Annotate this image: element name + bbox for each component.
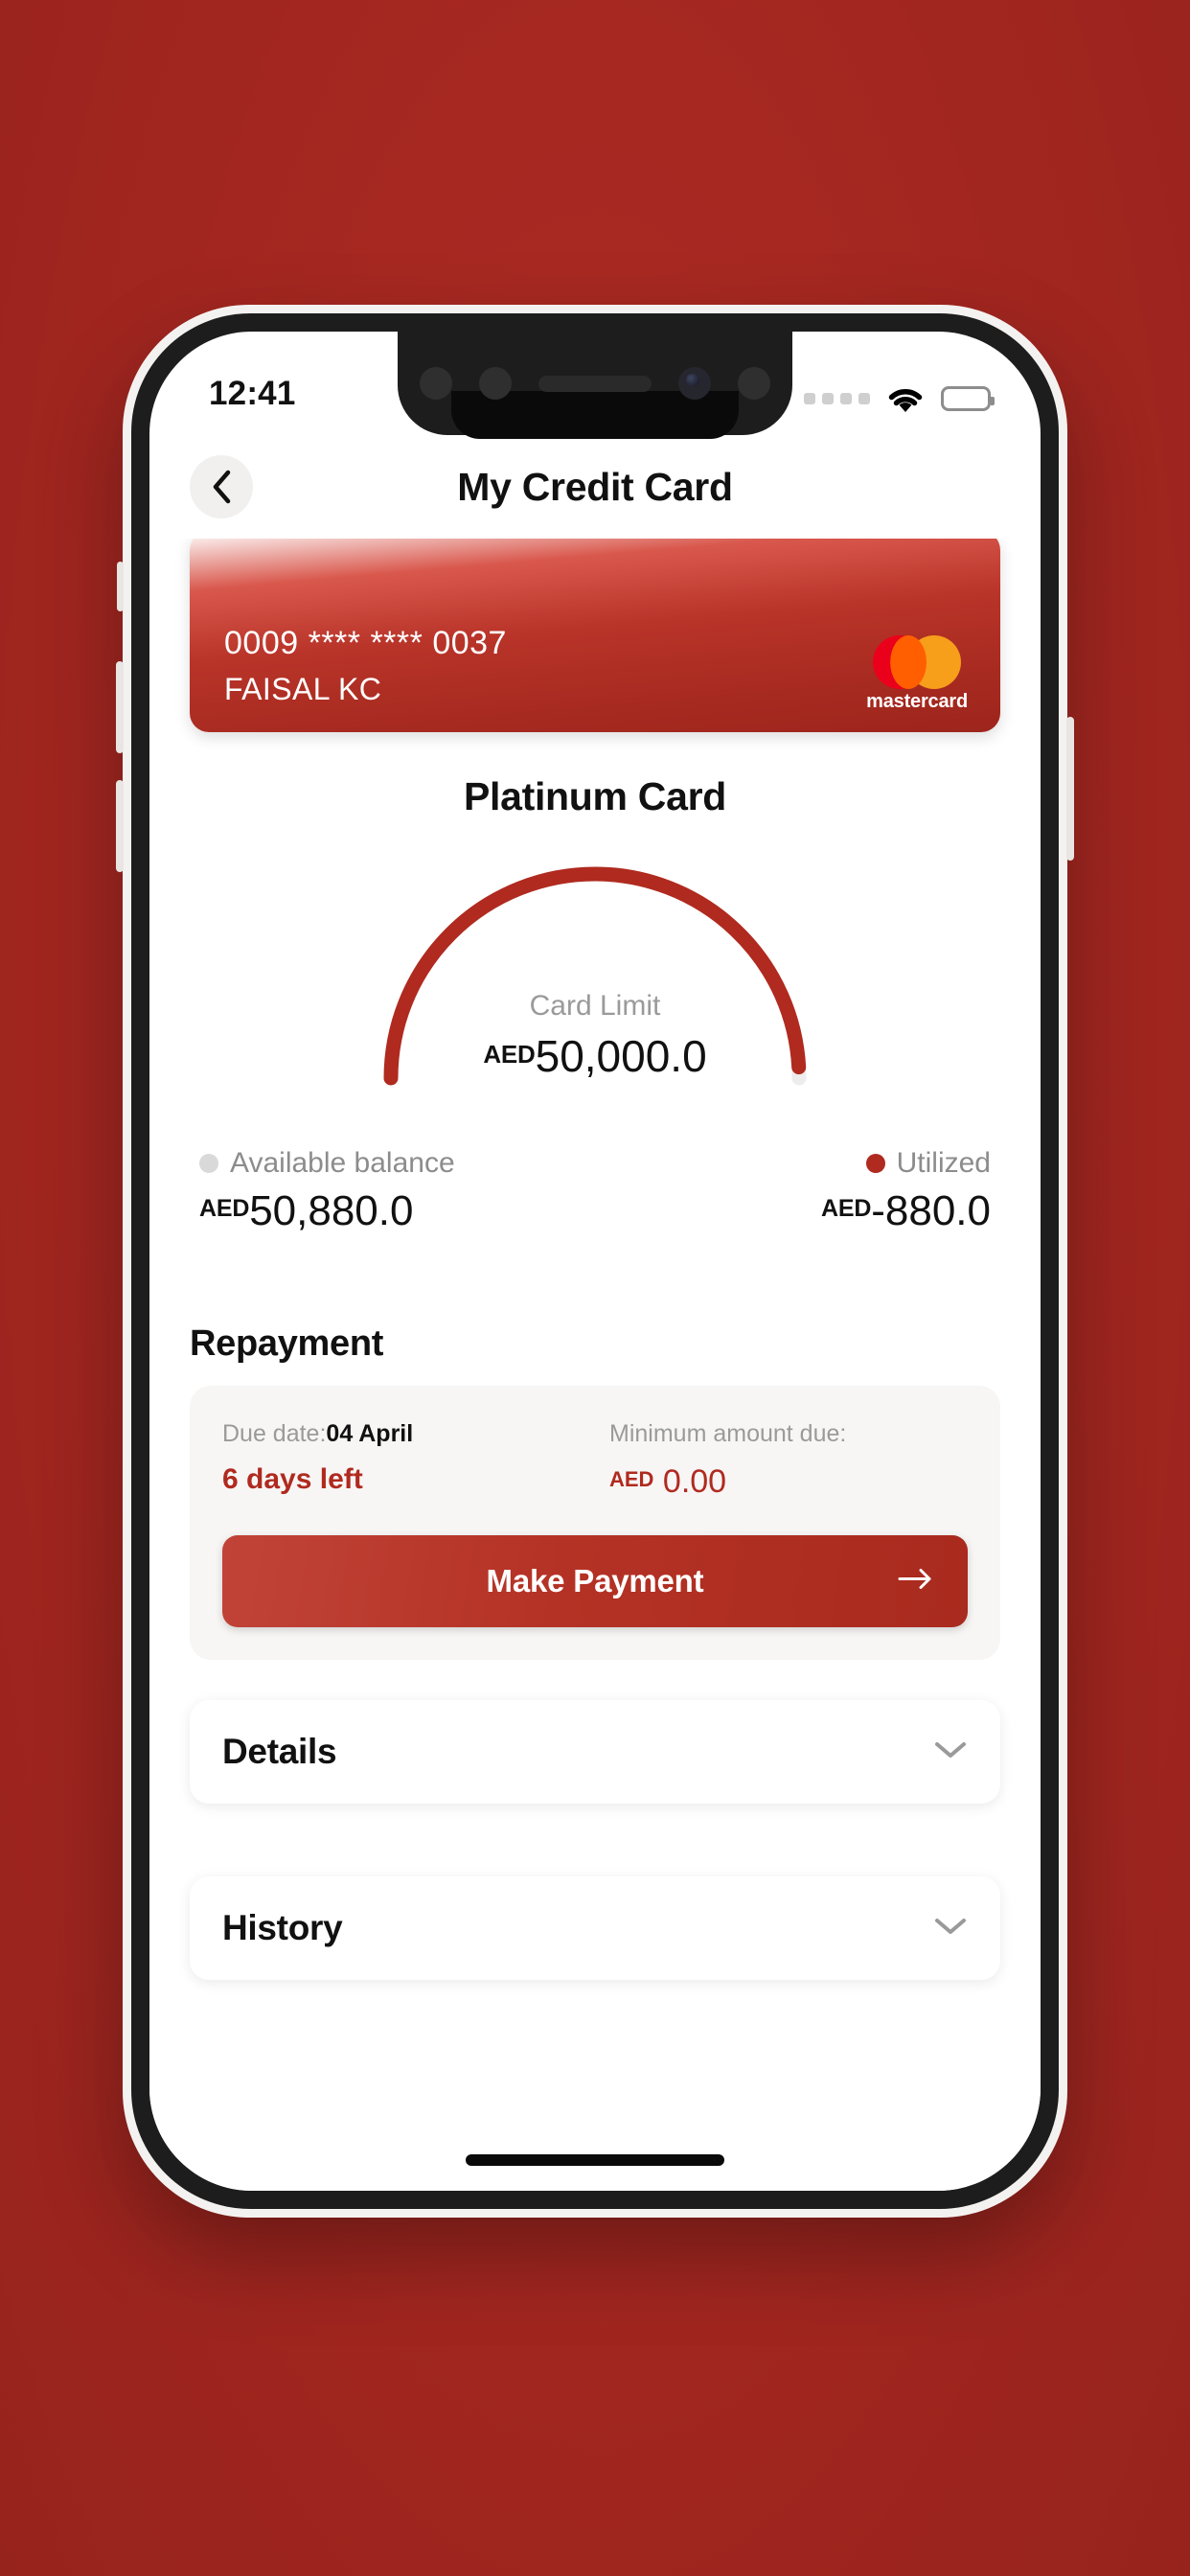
phone-screen: 12:41 My Credit Card 0009 **** **** 0037…	[149, 332, 1041, 2191]
minimum-due-currency: AED	[609, 1467, 654, 1491]
credit-card[interactable]: 0009 **** **** 0037 FAISAL KC mastercard	[190, 539, 1000, 732]
utilized-amount: AED-880.0	[595, 1187, 991, 1235]
days-left-badge: 6 days left	[222, 1463, 363, 1495]
make-payment-label: Make Payment	[486, 1563, 704, 1598]
card-holder-name: FAISAL KC	[224, 672, 382, 706]
front-camera-icon	[678, 367, 711, 400]
card-brand-label: mastercard	[866, 691, 968, 712]
app-header: My Credit Card	[149, 435, 1041, 539]
main-content: 0009 **** **** 0037 FAISAL KC mastercard	[149, 539, 1041, 2191]
signal-dots-icon	[804, 393, 870, 404]
dot-projector-icon	[738, 367, 770, 400]
power-button[interactable]	[1066, 717, 1074, 861]
chevron-down-icon	[933, 1916, 968, 1942]
minimum-due-amount: AED 0.00	[609, 1463, 968, 1501]
page-title: My Credit Card	[457, 464, 733, 509]
available-balance-currency: AED	[199, 1195, 250, 1222]
due-date-value: 04 April	[326, 1420, 414, 1447]
gauge-center-text: Card Limit AED50,000.0	[370, 990, 820, 1082]
chevron-left-icon	[210, 469, 233, 505]
balance-legend-row: Available balance AED50,880.0 Utilized A…	[149, 1147, 1041, 1235]
accordion-details-label: Details	[222, 1732, 337, 1771]
plan-title: Platinum Card	[463, 774, 727, 818]
available-balance-block: Available balance AED50,880.0	[199, 1147, 595, 1235]
utilized-label: Utilized	[896, 1147, 991, 1179]
volume-up-button[interactable]	[116, 661, 124, 753]
arrow-right-icon	[897, 1567, 935, 1597]
credit-card-section: 0009 **** **** 0037 FAISAL KC mastercard	[149, 539, 1041, 732]
mastercard-icon: mastercard	[866, 635, 968, 713]
gauge-currency: AED	[483, 1040, 536, 1069]
minimum-due-label: Minimum amount due:	[609, 1420, 847, 1447]
volume-down-button[interactable]	[116, 780, 124, 872]
phone-frame: 12:41 My Credit Card 0009 **** **** 0037…	[116, 305, 1074, 2218]
available-balance-amount: AED50,880.0	[199, 1187, 595, 1235]
wifi-icon	[884, 383, 927, 414]
ambient-light-sensor-icon	[479, 367, 512, 400]
status-time: 12:41	[209, 375, 296, 412]
legend-dot-utilized-icon	[865, 1154, 885, 1173]
status-indicators	[804, 374, 995, 414]
back-button[interactable]	[190, 455, 253, 518]
accordion-history[interactable]: History	[190, 1876, 1000, 1980]
gauge-label: Card Limit	[529, 990, 661, 1022]
minimum-due-block: Minimum amount due: AED 0.00	[581, 1420, 968, 1501]
battery-full-icon	[941, 386, 995, 411]
home-indicator[interactable]	[466, 2154, 724, 2166]
earpiece-speaker-icon	[538, 375, 652, 392]
gauge-value: AED50,000.0	[370, 1030, 820, 1082]
make-payment-button[interactable]: Make Payment	[222, 1535, 968, 1627]
utilized-block: Utilized AED-880.0	[595, 1147, 991, 1235]
accordion-details[interactable]: Details	[190, 1700, 1000, 1804]
utilized-currency: AED	[821, 1195, 872, 1222]
repayment-section-title: Repayment	[190, 1323, 384, 1364]
legend-dot-available-icon	[199, 1154, 218, 1173]
phone-notch	[398, 332, 792, 439]
phone-bezel: 12:41 My Credit Card 0009 **** **** 0037…	[131, 313, 1059, 2209]
mute-switch-button[interactable]	[117, 562, 124, 611]
available-balance-value: 50,880.0	[249, 1187, 414, 1234]
card-number: 0009 **** **** 0037	[224, 625, 507, 661]
due-date-label-text: Due date:	[222, 1420, 327, 1447]
due-date-label: Due date:04 April	[222, 1420, 581, 1448]
due-date-block: Due date:04 April 6 days left	[222, 1420, 581, 1501]
accordion-history-label: History	[222, 1908, 343, 1947]
utilized-value: -880.0	[871, 1187, 991, 1234]
chevron-down-icon	[933, 1739, 968, 1765]
proximity-sensor-icon	[420, 367, 452, 400]
gauge-amount: 50,000.0	[535, 1031, 707, 1081]
minimum-due-value: 0.00	[662, 1463, 727, 1500]
available-balance-label: Available balance	[230, 1147, 455, 1179]
card-limit-gauge: Card Limit AED50,000.0	[370, 850, 820, 1088]
repayment-card: Due date:04 April 6 days left Minimum am…	[190, 1386, 1000, 1660]
